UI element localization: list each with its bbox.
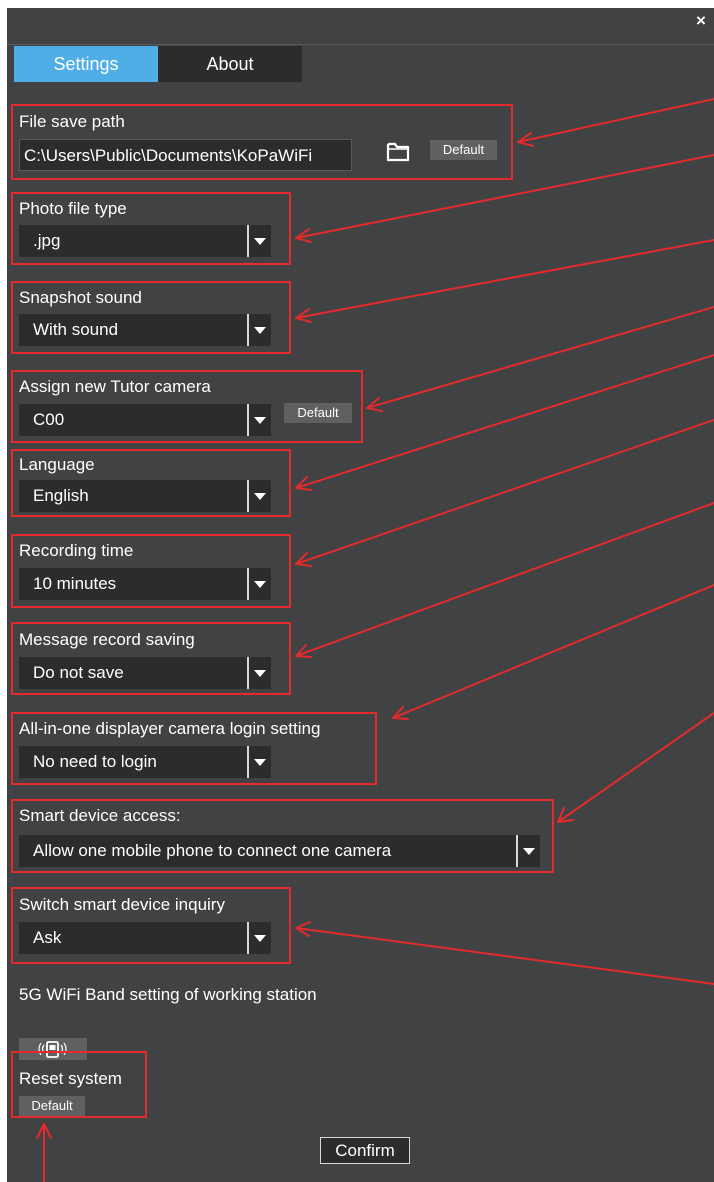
annotation-arrows bbox=[36, 98, 714, 1182]
